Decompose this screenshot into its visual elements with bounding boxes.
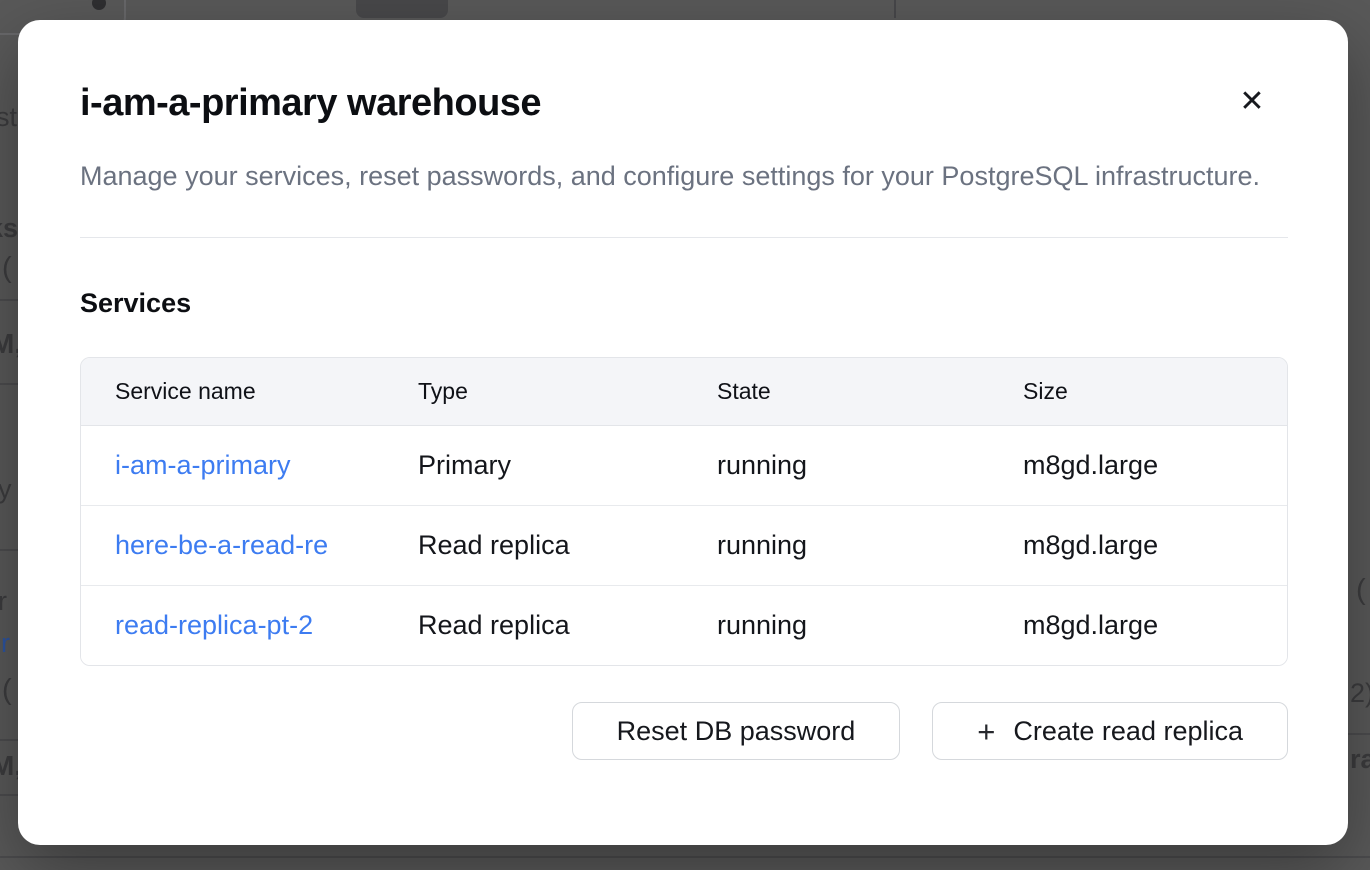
truncated-service-name: here-be-a-read-re bbox=[115, 530, 328, 561]
background-text-fragment: 2) bbox=[1350, 678, 1370, 709]
background-divider bbox=[1348, 733, 1370, 735]
background-divider bbox=[0, 794, 18, 796]
background-text-fragment: r bbox=[0, 586, 7, 617]
close-button[interactable]: ✕ bbox=[1230, 80, 1274, 124]
background-divider bbox=[0, 739, 18, 741]
background-text-fragment: ( bbox=[2, 674, 12, 707]
reset-db-password-label: Reset DB password bbox=[617, 716, 856, 747]
table-row: read-replica-pt-2 Read replica running m… bbox=[81, 585, 1288, 665]
service-state-cell: running bbox=[717, 585, 1023, 665]
service-name-link[interactable]: read-replica-pt-2 bbox=[115, 610, 313, 640]
modal-description: Manage your services, reset passwords, a… bbox=[80, 155, 1288, 197]
column-header-type: Type bbox=[418, 358, 717, 425]
background-divider bbox=[0, 299, 18, 301]
background-text-fragment: ( bbox=[2, 252, 12, 285]
service-type-cell: Read replica bbox=[418, 505, 717, 585]
modal-actions: Reset DB password + Create read replica bbox=[80, 702, 1288, 760]
service-type-cell: Primary bbox=[418, 425, 717, 505]
background-divider bbox=[0, 549, 18, 551]
table-row: here-be-a-read-re Read replica running m… bbox=[81, 505, 1288, 585]
background-text-fragment: y bbox=[0, 474, 12, 505]
reset-db-password-button[interactable]: Reset DB password bbox=[572, 702, 901, 760]
warehouse-modal: i-am-a-primary warehouse ✕ Manage your s… bbox=[18, 20, 1348, 845]
create-read-replica-label: Create read replica bbox=[1013, 716, 1243, 747]
service-size-cell: m8gd.large bbox=[1023, 505, 1288, 585]
background-rect-shape bbox=[356, 0, 448, 18]
service-size-cell: m8gd.large bbox=[1023, 425, 1288, 505]
create-read-replica-button[interactable]: + Create read replica bbox=[932, 702, 1288, 760]
content-divider bbox=[80, 237, 1288, 238]
background-text-fragment: st bbox=[0, 102, 17, 133]
column-header-service-name: Service name bbox=[81, 358, 418, 425]
service-type-cell: Read replica bbox=[418, 585, 717, 665]
background-text-fragment: ks bbox=[0, 213, 18, 244]
background-divider bbox=[0, 383, 18, 385]
page-title: i-am-a-primary warehouse bbox=[80, 82, 1288, 125]
column-header-state: State bbox=[717, 358, 1023, 425]
close-icon: ✕ bbox=[1239, 85, 1264, 118]
table-header-row: Service name Type State Size bbox=[81, 358, 1288, 425]
column-header-size: Size bbox=[1023, 358, 1288, 425]
service-size-cell: m8gd.large bbox=[1023, 585, 1288, 665]
service-name-link[interactable]: here-be-a-read-re bbox=[115, 530, 328, 560]
service-state-cell: running bbox=[717, 505, 1023, 585]
services-table: Service name Type State Size i-am-a-prim… bbox=[80, 357, 1288, 666]
background-tick-shape bbox=[894, 0, 896, 18]
background-divider bbox=[0, 856, 1370, 858]
background-text-fragment: ra bbox=[1350, 744, 1370, 775]
background-text-fragment: ( bbox=[1356, 574, 1366, 607]
services-heading: Services bbox=[80, 288, 1288, 319]
background-text-fragment: ir bbox=[0, 628, 10, 659]
table-row: i-am-a-primary Primary running m8gd.larg… bbox=[81, 425, 1288, 505]
service-name-link[interactable]: i-am-a-primary bbox=[115, 450, 291, 480]
service-state-cell: running bbox=[717, 425, 1023, 505]
plus-icon: + bbox=[977, 716, 995, 747]
